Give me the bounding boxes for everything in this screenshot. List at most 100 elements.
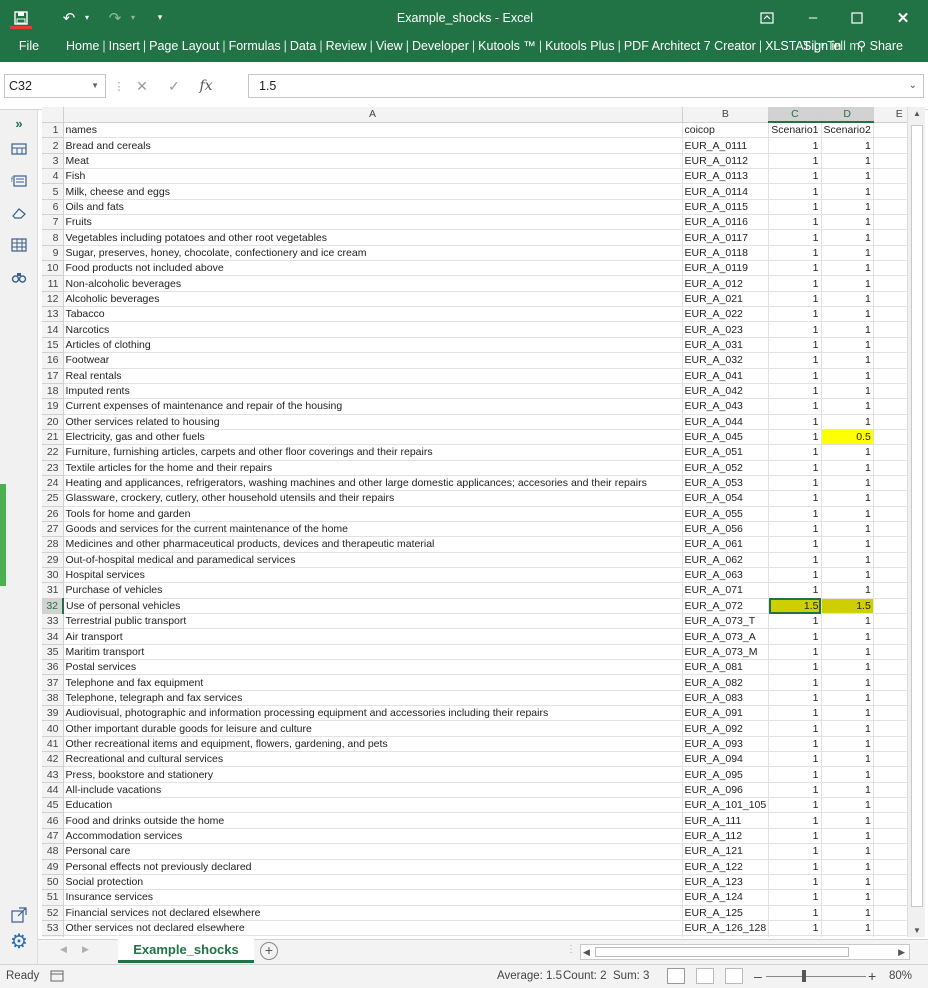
row-header[interactable]: 49: [42, 859, 64, 875]
cell-scenario2[interactable]: 1: [821, 828, 874, 845]
cell-coicop[interactable]: EUR_A_042: [682, 383, 770, 400]
row-header[interactable]: 32: [42, 598, 64, 615]
cell-scenario2[interactable]: 1: [821, 398, 874, 415]
scroll-down-icon[interactable]: ▼: [908, 926, 926, 935]
cell-names[interactable]: Fruits: [63, 214, 683, 231]
cell-scenario1[interactable]: Scenario1: [768, 122, 822, 139]
row-header[interactable]: 35: [42, 644, 64, 661]
customize-toolbar-icon[interactable]: ▾: [150, 0, 170, 35]
cell-names[interactable]: Postal services: [63, 659, 683, 676]
row-header[interactable]: 40: [42, 720, 64, 737]
select-all-corner[interactable]: [42, 107, 64, 123]
tab-home[interactable]: Home: [64, 35, 101, 62]
column-list-icon[interactable]: [9, 236, 29, 254]
tab-splitter-icon[interactable]: ⋮: [566, 944, 576, 955]
cell-scenario1[interactable]: 1: [768, 782, 822, 799]
formula-input[interactable]: 1.5 ⌄: [248, 74, 924, 98]
cell-scenario2[interactable]: 1: [821, 797, 874, 814]
cell-scenario2[interactable]: 1: [821, 168, 874, 185]
cell-scenario1[interactable]: 1: [768, 736, 822, 753]
cell-scenario2[interactable]: 1: [821, 352, 874, 369]
cell-names[interactable]: Goods and services for the current maint…: [63, 521, 683, 538]
add-sheet-icon[interactable]: +: [260, 942, 278, 960]
cell-coicop[interactable]: EUR_A_012: [682, 275, 770, 292]
cell-coicop[interactable]: EUR_A_094: [682, 751, 770, 768]
cell-scenario2[interactable]: 1: [821, 889, 874, 906]
ribbon-display-icon[interactable]: [744, 0, 790, 35]
cell-scenario1[interactable]: 1: [768, 521, 822, 538]
cell-names[interactable]: Textile articles for the home and their …: [63, 460, 683, 476]
vertical-scrollbar[interactable]: ▲ ▼: [907, 107, 925, 937]
cell-scenario2[interactable]: 1: [821, 736, 874, 753]
cell-scenario2[interactable]: 1: [821, 521, 874, 538]
cell-coicop[interactable]: EUR_A_055: [682, 506, 770, 522]
cell-scenario1[interactable]: 1: [768, 766, 822, 783]
cell-names[interactable]: Furniture, furnishing articles, carpets …: [63, 444, 683, 461]
cell-scenario2[interactable]: 1: [821, 183, 874, 200]
row-header[interactable]: 8: [42, 229, 64, 246]
cell-coicop[interactable]: EUR_A_123: [682, 874, 770, 891]
cell-coicop[interactable]: EUR_A_062: [682, 552, 770, 568]
cell-scenario2[interactable]: 1: [821, 582, 874, 599]
row-header[interactable]: 30: [42, 567, 64, 584]
row-header[interactable]: 25: [42, 490, 64, 507]
cell-names[interactable]: Other services related to housing: [63, 414, 683, 430]
cell-scenario2[interactable]: Scenario2: [821, 122, 874, 139]
cell-empty[interactable]: [682, 935, 770, 937]
cell-names[interactable]: Insurance services: [63, 889, 683, 906]
cell-scenario1[interactable]: 1: [768, 352, 822, 369]
page-break-view-icon[interactable]: [725, 968, 743, 984]
cell-names[interactable]: Tools for home and garden: [63, 506, 683, 522]
row-header[interactable]: 9: [42, 245, 64, 262]
cell-scenario1[interactable]: 1: [768, 659, 822, 676]
cell-scenario2[interactable]: 1: [821, 720, 874, 737]
cell-scenario2[interactable]: 1: [821, 229, 874, 246]
cell-names[interactable]: Bread and cereals: [63, 137, 683, 154]
cell-coicop[interactable]: EUR_A_0112: [682, 153, 770, 170]
row-header[interactable]: 31: [42, 582, 64, 599]
cell-names[interactable]: Recreational and cultural services: [63, 751, 683, 768]
cell-names[interactable]: Electricity, gas and other fuels: [63, 429, 683, 446]
cell-names[interactable]: Fish: [63, 168, 683, 185]
cell-scenario2[interactable]: 1: [821, 843, 874, 860]
cell-coicop[interactable]: EUR_A_073_T: [682, 613, 770, 630]
row-header[interactable]: 13: [42, 306, 64, 323]
cell-scenario1[interactable]: 1: [768, 506, 822, 522]
cell-scenario2[interactable]: 1: [821, 874, 874, 891]
cell-scenario2[interactable]: 1: [821, 214, 874, 231]
cell-coicop[interactable]: EUR_A_124: [682, 889, 770, 906]
cell-scenario1[interactable]: 1: [768, 552, 822, 568]
cell-scenario1[interactable]: 1: [768, 398, 822, 415]
cell-scenario1[interactable]: 1: [768, 920, 822, 937]
cell-coicop[interactable]: EUR_A_091: [682, 705, 770, 722]
cell-names[interactable]: Vegetables including potatoes and other …: [63, 229, 683, 246]
cell-scenario1[interactable]: 1: [768, 214, 822, 231]
row-header[interactable]: 34: [42, 628, 64, 645]
cell-names[interactable]: Sugar, preserves, honey, chocolate, conf…: [63, 245, 683, 262]
row-header[interactable]: 47: [42, 828, 64, 845]
row-header[interactable]: 1: [42, 122, 64, 139]
cell-names[interactable]: Narcotics: [63, 321, 683, 338]
cell-scenario2[interactable]: 1: [821, 337, 874, 354]
cell-scenario1[interactable]: 1: [768, 905, 822, 921]
row-header[interactable]: 16: [42, 352, 64, 369]
cell-scenario2[interactable]: 1.5: [821, 598, 874, 615]
cell-scenario1[interactable]: 1: [768, 444, 822, 461]
cell-names[interactable]: Accommodation services: [63, 828, 683, 845]
maximize-icon[interactable]: [834, 0, 880, 35]
cell-scenario1[interactable]: 1: [768, 889, 822, 906]
cell-names[interactable]: Articles of clothing: [63, 337, 683, 354]
cancel-icon[interactable]: ✕: [126, 78, 158, 95]
cell-scenario1[interactable]: 1: [768, 490, 822, 507]
cell-names[interactable]: Food products not included above: [63, 260, 683, 277]
cell-coicop[interactable]: EUR_A_063: [682, 567, 770, 584]
cell-names[interactable]: Press, bookstore and stationery: [63, 766, 683, 783]
cell-names[interactable]: Milk, cheese and eggs: [63, 183, 683, 200]
cell-scenario2[interactable]: 1: [821, 905, 874, 921]
tab-kutools-plus[interactable]: Kutools Plus: [543, 35, 616, 62]
cell-names[interactable]: Alcoholic beverages: [63, 291, 683, 308]
cell-names[interactable]: Out-of-hospital medical and paramedical …: [63, 552, 683, 568]
cell-scenario2[interactable]: 0.5: [821, 429, 874, 446]
pane-resize-handle[interactable]: [0, 484, 6, 586]
cell-scenario1[interactable]: 1.5: [768, 598, 822, 615]
